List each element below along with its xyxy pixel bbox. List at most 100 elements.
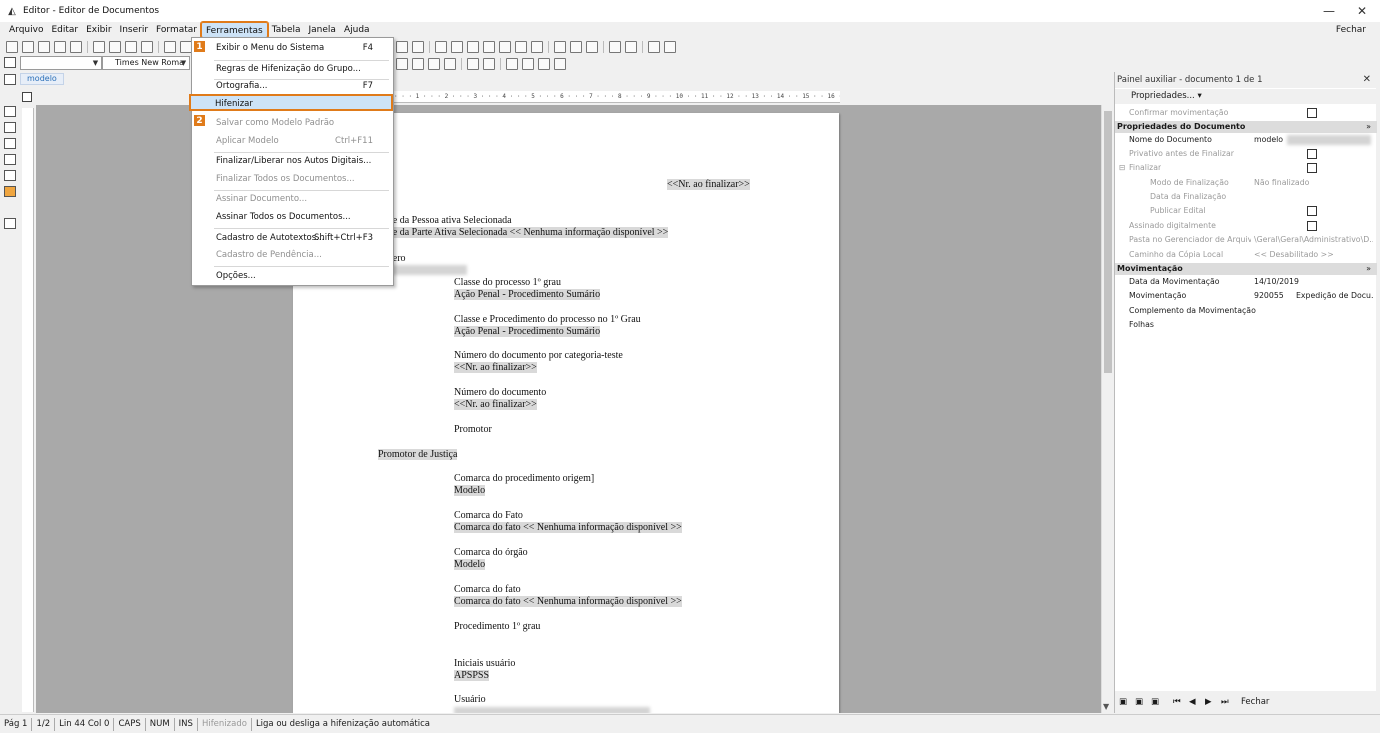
table-autoformat-icon[interactable] [648, 41, 660, 53]
cut-icon[interactable] [164, 41, 176, 53]
status-ins: INS [175, 717, 198, 731]
insert-column-icon[interactable] [499, 41, 511, 53]
last-page-icon[interactable]: ⏭ [1221, 691, 1229, 713]
open-icon[interactable] [22, 41, 34, 53]
scrollbar-thumb[interactable] [1104, 111, 1112, 373]
attachment-icon[interactable] [4, 186, 16, 197]
item-label: Ortografia... [216, 81, 268, 91]
print-icon[interactable] [93, 41, 105, 53]
menu-ferramentas[interactable]: Ferramentas [199, 21, 269, 39]
collapse-icon[interactable]: » [1366, 263, 1371, 275]
menu-editar[interactable]: Editar [47, 22, 82, 38]
scroll-down-icon[interactable]: ▼ [1103, 702, 1109, 711]
tab-modelo[interactable]: modelo [20, 73, 64, 85]
menu-inserir[interactable]: Inserir [116, 22, 153, 38]
grow-font-icon[interactable] [506, 58, 518, 70]
change-case-icon[interactable] [538, 58, 550, 70]
table-grid-icon[interactable] [451, 41, 463, 53]
highlight-color-icon[interactable] [467, 58, 479, 70]
close-window-button[interactable]: ✕ [1346, 0, 1378, 22]
folder-icon[interactable] [4, 170, 16, 181]
menu-finalizar-liberar[interactable]: Finalizar/Liberar nos Autos Digitais... [192, 153, 393, 170]
spellcheck-icon[interactable] [141, 41, 153, 53]
font-combo[interactable]: Times New Roma ▼ [102, 56, 190, 70]
menu-janela[interactable]: Janela [305, 22, 340, 38]
split-cells-icon[interactable] [570, 41, 582, 53]
menu-regras-hifenizacao[interactable]: Regras de Hifenização do Grupo... [192, 61, 393, 78]
zoom-icon[interactable] [396, 41, 408, 53]
align-justify-icon[interactable] [396, 58, 408, 70]
insert-row-icon[interactable] [483, 41, 495, 53]
insert-table-icon[interactable] [435, 41, 447, 53]
table-style-icon[interactable] [664, 41, 676, 53]
numbered-list-icon[interactable] [428, 58, 440, 70]
clear-format-icon[interactable] [554, 58, 566, 70]
table-borders-icon[interactable] [467, 41, 479, 53]
table-properties-icon[interactable] [609, 41, 621, 53]
style-icon[interactable] [4, 57, 16, 68]
collapse-icon[interactable]: » [1366, 121, 1371, 133]
new-document-icon[interactable] [6, 41, 18, 53]
section-propriedades-documento[interactable]: Propriedades do Documento » [1115, 121, 1377, 133]
menu-opcoes[interactable]: Opções... [192, 268, 393, 285]
menu-arquivo[interactable]: Arquivo [5, 22, 47, 38]
menu-exibir[interactable]: Exibir [82, 22, 115, 38]
chevron-down-icon[interactable]: ▼ [91, 58, 100, 68]
bullet-list-icon[interactable] [412, 58, 424, 70]
merge-cells-icon[interactable] [554, 41, 566, 53]
delete-column-icon[interactable] [531, 41, 543, 53]
menu-exibir-menu-sistema[interactable]: Exibir o Menu do Sistema F4 [192, 40, 393, 57]
horizontal-ruler[interactable]: · · · 1 · · · 2 · · · 3 · · · 4 · · · 5 … [394, 91, 840, 103]
vertical-scrollbar[interactable]: ▼ [1101, 105, 1113, 713]
next-page-icon[interactable]: ▶ [1205, 691, 1212, 713]
list-icon[interactable] [4, 154, 16, 165]
item-label: Finalizar Todos os Documentos... [216, 174, 355, 184]
search-icon[interactable] [4, 138, 16, 149]
chevron-down-icon[interactable]: ▼ [179, 58, 188, 68]
menu-hifenizar[interactable]: Hifenizar [189, 94, 393, 111]
close-icon[interactable]: ✕ [1363, 72, 1371, 88]
minimize-button[interactable]: — [1313, 0, 1345, 22]
paragraph-icon[interactable] [4, 74, 16, 85]
panel-tool-icon[interactable]: ▣ [1119, 691, 1127, 713]
page-icon[interactable] [4, 106, 16, 117]
ruler-tab-selector[interactable] [22, 92, 32, 102]
panel-view-selector[interactable]: Propriedades... ▾ [1115, 89, 1377, 104]
save-icon[interactable] [38, 41, 50, 53]
font-color-icon[interactable] [483, 58, 495, 70]
filter-icon[interactable] [4, 218, 16, 229]
doc-line: <<Nr. ao finalizar>> [454, 362, 537, 373]
first-page-icon[interactable]: ⏮ [1173, 691, 1181, 713]
menu-ortografia[interactable]: Ortografia... F7 [192, 78, 393, 95]
panel-close-button[interactable]: Fechar [1241, 691, 1269, 713]
indent-icon[interactable] [444, 58, 456, 70]
delete-row-icon[interactable] [515, 41, 527, 53]
close-document-button[interactable]: Fechar [1336, 22, 1366, 38]
prop-value[interactable]: 14/10/2019 [1253, 275, 1373, 288]
menu-salvar-modelo-padrao: Salvar como Modelo Padrão [192, 115, 393, 132]
panel-tool-icon[interactable]: ▣ [1151, 691, 1159, 713]
zoom-options-icon[interactable] [412, 41, 424, 53]
menu-tabela[interactable]: Tabela [268, 22, 305, 38]
prop-value[interactable]: Expedição de Docu... [1295, 289, 1373, 302]
expand-icon[interactable]: ⊟ [1119, 161, 1126, 175]
menu-formatar[interactable]: Formatar [152, 22, 201, 38]
print-preview-icon[interactable] [109, 41, 121, 53]
menu-cadastro-autotextos[interactable]: Cadastro de Autotextos... Shift+Ctrl+F3 [192, 230, 393, 247]
table-format-icon[interactable] [625, 41, 637, 53]
shrink-font-icon[interactable] [522, 58, 534, 70]
copy-icon[interactable] [4, 122, 16, 133]
vertical-ruler[interactable] [22, 108, 34, 712]
section-movimentacao[interactable]: Movimentação » [1115, 263, 1377, 275]
find-icon[interactable] [125, 41, 137, 53]
style-combo[interactable]: ▼ [20, 56, 102, 70]
save-all-icon[interactable] [70, 41, 82, 53]
menu-assinar-todos[interactable]: Assinar Todos os Documentos... [192, 209, 393, 226]
save-as-icon[interactable] [54, 41, 66, 53]
doc-line: Comarca do Fato [454, 510, 523, 521]
menu-ajuda[interactable]: Ajuda [340, 22, 374, 38]
panel-tool-icon[interactable]: ▣ [1135, 691, 1143, 713]
cell-align-icon[interactable] [586, 41, 598, 53]
prop-value[interactable]: 920055 [1253, 289, 1293, 302]
previous-page-icon[interactable]: ◀ [1189, 691, 1196, 713]
